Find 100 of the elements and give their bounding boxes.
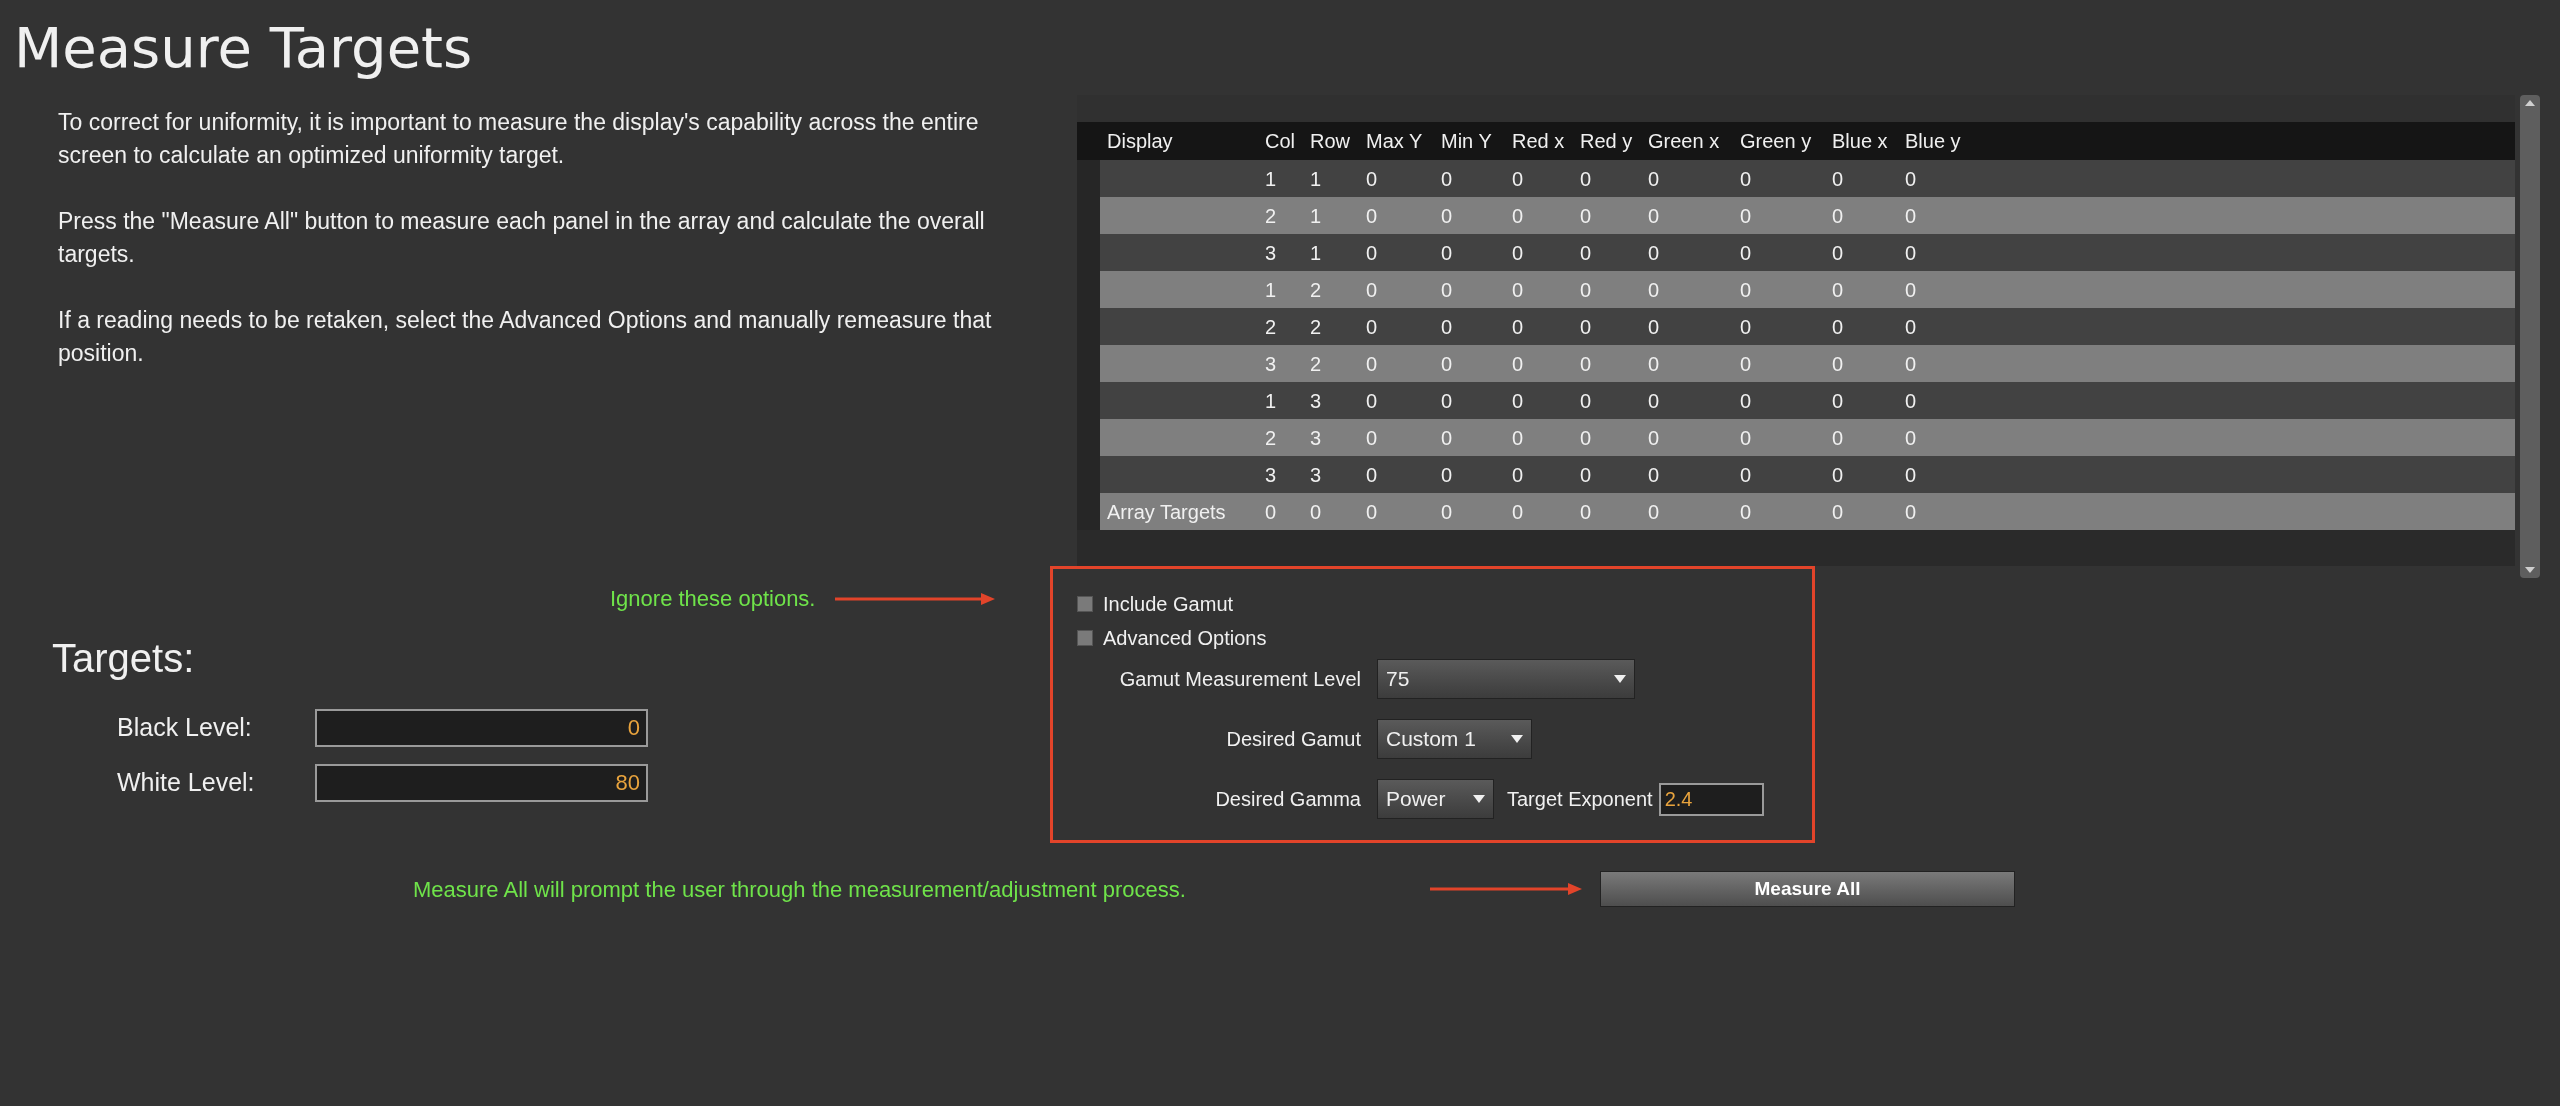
table-cell: 0 (1832, 315, 1844, 338)
targets-heading: Targets: (52, 635, 195, 682)
table-row[interactable]: 3 1 0 0 0 0 0 0 0 0 (1077, 234, 2515, 271)
table-cell: 0 (1740, 278, 1752, 301)
column-header[interactable]: Green y (1740, 130, 1812, 152)
table-cell: 0 (1441, 315, 1453, 338)
table-cell: 0 (1832, 500, 1844, 523)
table-cell: 0 (1580, 167, 1592, 190)
column-header[interactable]: Col (1265, 130, 1295, 152)
table-row[interactable]: 3 2 0 0 0 0 0 0 0 0 (1077, 345, 2515, 382)
table-cell: 0 (1580, 389, 1592, 412)
table-cell: 0 (1648, 167, 1660, 190)
table-cell: 1 (1310, 167, 1322, 190)
table-cell: 0 (1366, 463, 1378, 486)
table-cell: 0 (1740, 426, 1752, 449)
table-cell: 0 (1648, 352, 1660, 375)
column-header[interactable]: Display (1107, 130, 1173, 152)
page-title: Measure Targets (14, 14, 473, 82)
table-cell: 0 (1832, 167, 1844, 190)
table-cell: 1 (1265, 389, 1277, 412)
field-label: Target Exponent (1507, 787, 1653, 812)
table-cell: 2 (1265, 204, 1277, 227)
table-row[interactable]: 2 1 0 0 0 0 0 0 0 0 (1077, 197, 2515, 234)
column-header[interactable]: Red x (1512, 130, 1565, 152)
table-cell: 3 (1310, 426, 1322, 449)
field-label: Gamut Measurement Level (1118, 667, 1362, 692)
checkbox-label: Advanced Options (1103, 626, 1267, 651)
annotation-text: Ignore these options. (610, 585, 816, 613)
table-cell: 0 (1832, 389, 1844, 412)
column-header[interactable]: Green x (1648, 130, 1720, 152)
table-row[interactable]: 1 2 0 0 0 0 0 0 0 0 (1077, 271, 2515, 308)
table-cell: 0 (1905, 463, 1917, 486)
table-cell: 0 (1648, 389, 1660, 412)
scrollbar[interactable] (2520, 95, 2540, 578)
dropdown[interactable]: Custom 1 (1377, 719, 1532, 759)
table-cell: 0 (1740, 463, 1752, 486)
table-cell: 2 (1310, 315, 1322, 338)
table-cell: 0 (1441, 389, 1453, 412)
column-header[interactable]: Red y (1580, 130, 1633, 152)
table-cell: 0 (1265, 500, 1277, 523)
table-cell: 0 (1905, 389, 1917, 412)
table-cell: 0 (1580, 352, 1592, 375)
table-row[interactable]: 2 3 0 0 0 0 0 0 0 0 (1077, 419, 2515, 456)
table-cell: 0 (1512, 278, 1524, 301)
table-cell: 0 (1512, 167, 1524, 190)
value-field[interactable]: 80 (315, 764, 648, 802)
table-cell: 1 (1310, 204, 1322, 227)
table-cell: 0 (1648, 204, 1660, 227)
dropdown[interactable]: 75 (1377, 659, 1635, 699)
measure-all-button[interactable]: Measure All (1600, 871, 2015, 907)
table-row[interactable]: Array Targets 0 0 0 0 0 0 0 0 0 0 (1077, 493, 2515, 530)
column-header[interactable]: Blue y (1905, 130, 1961, 152)
table-cell: 0 (1441, 426, 1453, 449)
table-cell: 3 (1265, 352, 1277, 375)
table-cell: 1 (1265, 278, 1277, 301)
row-header[interactable] (1077, 160, 1100, 197)
table-cell: 0 (1366, 315, 1378, 338)
table-cell: 0 (1905, 426, 1917, 449)
paragraph: Press the "Measure All" button to measure each panel in the array and calculate the overall targets. (58, 207, 986, 269)
table-cell: 0 (1512, 204, 1524, 227)
checkbox[interactable] (1077, 596, 1093, 612)
target-exponent-field[interactable]: 2.4 (1658, 782, 1764, 816)
table-cell: 0 (1740, 500, 1752, 523)
table-row[interactable]: 1 3 0 0 0 0 0 0 0 0 (1077, 382, 2515, 419)
value-field[interactable]: 0 (315, 709, 648, 747)
column-header[interactable]: Min Y (1441, 130, 1492, 152)
column-header[interactable]: Max Y (1366, 130, 1423, 152)
table-cell: 2 (1265, 426, 1277, 449)
checkbox[interactable] (1077, 630, 1093, 646)
table-cell: 0 (1905, 352, 1917, 375)
paragraph: If a reading needs to be retaken, select the Advanced Options and manually remeasure that position. (58, 306, 993, 368)
dropdown[interactable]: Power (1377, 779, 1494, 819)
table-cell: 3 (1310, 463, 1322, 486)
table-cell: 0 (1366, 389, 1378, 412)
table-cell: 0 (1441, 241, 1453, 264)
table-cell: 0 (1740, 241, 1752, 264)
table-cell: 0 (1580, 500, 1592, 523)
table-cell: 0 (1580, 315, 1592, 338)
column-header[interactable]: Blue x (1832, 130, 1888, 152)
table-cell: 0 (1441, 167, 1453, 190)
table-cell: 0 (1740, 167, 1752, 190)
table-row[interactable]: 3 3 0 0 0 0 0 0 0 0 (1077, 456, 2515, 493)
caret-icon (1511, 735, 1523, 743)
table-cell: 0 (1832, 463, 1844, 486)
table-cell: 1 (1310, 241, 1322, 264)
table-cell: 0 (1648, 500, 1660, 523)
table-cell: 3 (1310, 389, 1322, 412)
table-cell: 0 (1580, 463, 1592, 486)
field-label: Desired Gamma (1214, 787, 1362, 812)
table-cell: 0 (1366, 241, 1378, 264)
table-row[interactable]: 1 1 0 0 0 0 0 0 0 0 (1077, 160, 2515, 197)
column-header[interactable]: Row (1310, 130, 1350, 152)
table-cell: 0 (1580, 204, 1592, 227)
table-cell: 0 (1310, 500, 1322, 523)
table-cell: 1 (1265, 167, 1277, 190)
table-cell: 0 (1648, 278, 1660, 301)
table-cell: 0 (1905, 241, 1917, 264)
table-cell: 0 (1832, 426, 1844, 449)
row-header[interactable] (1077, 493, 1100, 530)
table-row[interactable]: 2 2 0 0 0 0 0 0 0 0 (1077, 308, 2515, 345)
